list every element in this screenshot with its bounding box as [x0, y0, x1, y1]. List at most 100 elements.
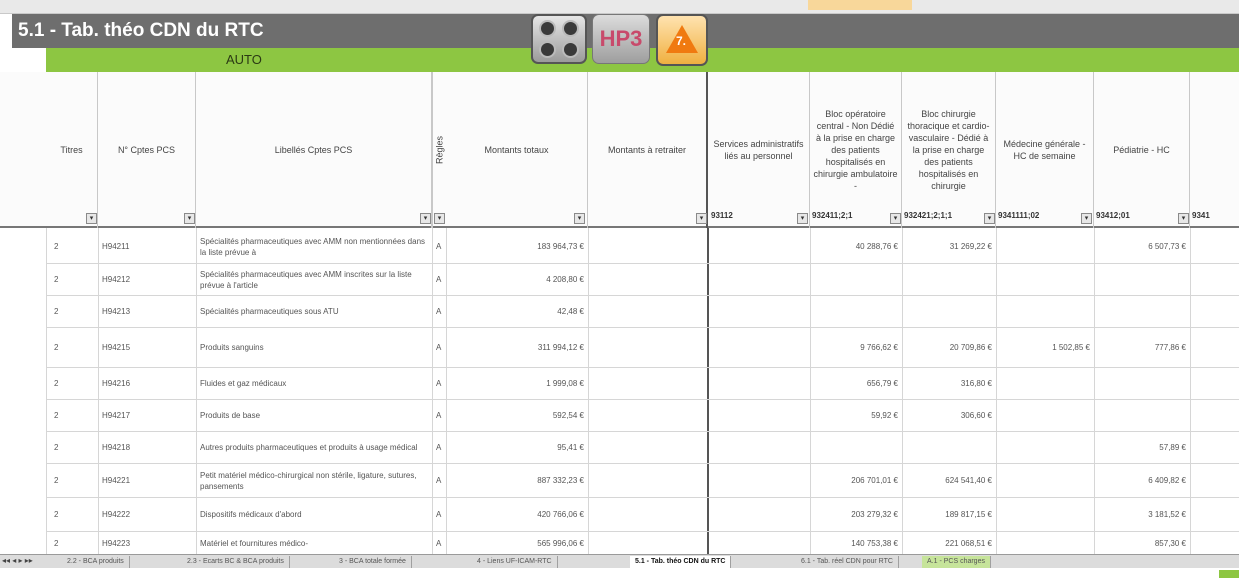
cell-total[interactable]: 95,41 €	[446, 432, 588, 463]
cell-titre[interactable]: 2	[50, 264, 98, 295]
tab-tab-theo-cdn[interactable]: 5.1 - Tab. théo CDN du RTC	[630, 556, 732, 568]
cell-bloc-chir[interactable]: 306,60 €	[902, 400, 996, 431]
filter-dropdown-services[interactable]: ▾	[797, 213, 808, 224]
cell-bloc-op[interactable]: 203 279,32 €	[810, 498, 902, 531]
cell-pediatrie[interactable]: 6 507,73 €	[1094, 230, 1190, 263]
cell-services[interactable]	[708, 264, 810, 295]
cell-bloc-chir[interactable]: 189 817,15 €	[902, 498, 996, 531]
cell-regle[interactable]: A	[432, 230, 446, 263]
cell-regle[interactable]: A	[432, 464, 446, 497]
cell-pediatrie[interactable]	[1094, 400, 1190, 431]
cell-bloc-chir[interactable]	[902, 296, 996, 327]
warning-button[interactable]: 7.	[656, 14, 708, 66]
cell-bloc-chir[interactable]: 221 068,51 €	[902, 532, 996, 554]
filter-dropdown-titres[interactable]: ▾	[86, 213, 97, 224]
tab-pcs-charges[interactable]: A.1 - PCS charges	[922, 556, 991, 568]
cell-medecine[interactable]	[996, 432, 1094, 463]
cell-medecine[interactable]	[996, 498, 1094, 531]
cell-num[interactable]: H94212	[98, 264, 196, 295]
cell-bloc-op[interactable]	[810, 432, 902, 463]
filter-dropdown-bloc-op[interactable]: ▾	[890, 213, 901, 224]
tab-ecarts-bc-bca[interactable]: 2.3 - Ecarts BC & BCA produits	[182, 556, 290, 568]
cell-libelle[interactable]: Autres produits pharmaceutiques et produ…	[196, 432, 432, 463]
cell-titre[interactable]: 2	[50, 296, 98, 327]
cell-total[interactable]: 183 964,73 €	[446, 230, 588, 263]
cell-regle[interactable]: A	[432, 432, 446, 463]
filter-dropdown-num[interactable]: ▾	[184, 213, 195, 224]
tab-liens-uf[interactable]: 4 - Liens UF-ICAM-RTC	[472, 556, 558, 568]
cell-services[interactable]	[708, 498, 810, 531]
cell-total[interactable]: 565 996,06 €	[446, 532, 588, 554]
cell-pediatrie[interactable]	[1094, 264, 1190, 295]
cell-medecine[interactable]	[996, 264, 1094, 295]
cell-total[interactable]: 4 208,80 €	[446, 264, 588, 295]
cell-total[interactable]: 311 994,12 €	[446, 328, 588, 367]
cell-services[interactable]	[708, 296, 810, 327]
tab-bca-totale[interactable]: 3 - BCA totale formée	[334, 556, 412, 568]
cell-bloc-op[interactable]: 40 288,76 €	[810, 230, 902, 263]
cell-medecine[interactable]	[996, 296, 1094, 327]
cell-titre[interactable]: 2	[50, 464, 98, 497]
cell-libelle[interactable]: Spécialités pharmaceutiques avec AMM ins…	[196, 264, 432, 295]
cell-titre[interactable]: 2	[50, 432, 98, 463]
cell-regle[interactable]: A	[432, 296, 446, 327]
cell-bloc-op[interactable]: 140 753,38 €	[810, 532, 902, 554]
cell-services[interactable]	[708, 368, 810, 399]
cell-bloc-chir[interactable]: 20 709,86 €	[902, 328, 996, 367]
filter-dropdown-regles[interactable]: ▾	[434, 213, 445, 224]
cell-libelle[interactable]: Produits de base	[196, 400, 432, 431]
cell-medecine[interactable]: 1 502,85 €	[996, 328, 1094, 367]
cell-bloc-op[interactable]: 656,79 €	[810, 368, 902, 399]
cell-pediatrie[interactable]: 3 181,52 €	[1094, 498, 1190, 531]
cell-medecine[interactable]	[996, 532, 1094, 554]
cell-libelle[interactable]: Dispositifs médicaux d'abord	[196, 498, 432, 531]
cell-regle[interactable]: A	[432, 368, 446, 399]
cell-medecine[interactable]	[996, 230, 1094, 263]
cell-pediatrie[interactable]: 777,86 €	[1094, 328, 1190, 367]
cell-titre[interactable]: 2	[50, 532, 98, 554]
cell-total[interactable]: 887 332,23 €	[446, 464, 588, 497]
cell-num[interactable]: H94218	[98, 432, 196, 463]
cell-medecine[interactable]	[996, 400, 1094, 431]
filter-dropdown-libelles[interactable]: ▾	[420, 213, 431, 224]
cell-total[interactable]: 592,54 €	[446, 400, 588, 431]
cell-services[interactable]	[708, 432, 810, 463]
filter-dropdown-bloc-chir[interactable]: ▾	[984, 213, 995, 224]
cell-num[interactable]: H94221	[98, 464, 196, 497]
cell-bloc-op[interactable]: 206 701,01 €	[810, 464, 902, 497]
cell-services[interactable]	[708, 400, 810, 431]
cell-titre[interactable]: 2	[50, 400, 98, 431]
cell-bloc-op[interactable]	[810, 296, 902, 327]
cell-num[interactable]: H94223	[98, 532, 196, 554]
cell-libelle[interactable]: Fluides et gaz médicaux	[196, 368, 432, 399]
cell-libelle[interactable]: Petit matériel médico-chirurgical non st…	[196, 464, 432, 497]
cell-titre[interactable]: 2	[50, 498, 98, 531]
cell-num[interactable]: H94215	[98, 328, 196, 367]
cell-bloc-op[interactable]	[810, 264, 902, 295]
cell-regle[interactable]: A	[432, 328, 446, 367]
cell-titre[interactable]: 2	[50, 328, 98, 367]
cell-bloc-chir[interactable]: 624 541,40 €	[902, 464, 996, 497]
cell-libelle[interactable]: Produits sanguins	[196, 328, 432, 367]
cell-num[interactable]: H94216	[98, 368, 196, 399]
hp3-button[interactable]: HP3	[592, 14, 650, 64]
navigation-button[interactable]	[531, 14, 587, 64]
filter-dropdown-totaux[interactable]: ▾	[574, 213, 585, 224]
cell-bloc-op[interactable]: 9 766,62 €	[810, 328, 902, 367]
cell-medecine[interactable]	[996, 368, 1094, 399]
filter-dropdown-retraiter[interactable]: ▾	[696, 213, 707, 224]
cell-services[interactable]	[708, 328, 810, 367]
cell-titre[interactable]: 2	[50, 230, 98, 263]
cell-bloc-chir[interactable]: 316,80 €	[902, 368, 996, 399]
cell-num[interactable]: H94217	[98, 400, 196, 431]
cell-medecine[interactable]	[996, 464, 1094, 497]
cell-libelle[interactable]: Spécialités pharmaceutiques sous ATU	[196, 296, 432, 327]
cell-regle[interactable]: A	[432, 498, 446, 531]
cell-pediatrie[interactable]	[1094, 368, 1190, 399]
cell-libelle[interactable]: Matériel et fournitures médico-	[196, 532, 432, 554]
cell-bloc-op[interactable]: 59,92 €	[810, 400, 902, 431]
cell-regle[interactable]: A	[432, 264, 446, 295]
cell-services[interactable]	[708, 230, 810, 263]
cell-pediatrie[interactable]: 857,30 €	[1094, 532, 1190, 554]
cell-libelle[interactable]: Spécialités pharmaceutiques avec AMM non…	[196, 230, 432, 263]
